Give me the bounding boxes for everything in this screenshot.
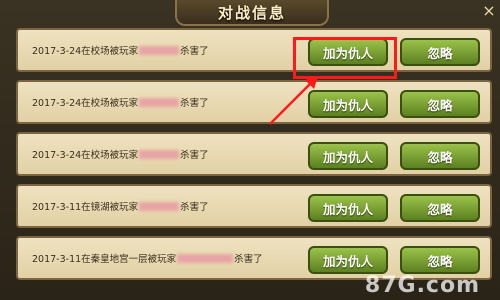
redacted-player-name: [139, 202, 180, 211]
battle-log-message: 2017-3-24在校场被玩家 杀害了: [32, 147, 209, 161]
ignore-button[interactable]: 忽略: [400, 246, 480, 274]
message-suffix: 杀害了: [180, 150, 209, 161]
window-title: 对战信息: [217, 3, 286, 22]
watermark: 87G.com: [364, 273, 480, 298]
redacted-player-name: [139, 46, 180, 55]
battle-log-message: 2017-3-24在校场被玩家 杀害了: [32, 95, 209, 109]
ignore-button[interactable]: 忽略: [400, 142, 480, 170]
message-text: 2017-3-24在校场被玩家: [32, 46, 139, 57]
battle-log-row: 2017-3-11在镜湖被玩家 杀害了 加为仇人 忽略: [16, 184, 492, 228]
message-suffix: 杀害了: [180, 46, 209, 57]
add-enemy-button[interactable]: 加为仇人: [308, 90, 388, 118]
add-enemy-button[interactable]: 加为仇人: [308, 246, 388, 274]
message-text: 2017-3-11在秦皇地宫一层被玩家: [32, 254, 177, 265]
battle-log-row: 2017-3-24在校场被玩家 杀害了 加为仇人 忽略: [16, 80, 492, 124]
ignore-button[interactable]: 忽略: [400, 90, 480, 118]
message-text: 2017-3-24在校场被玩家: [32, 98, 139, 109]
battle-info-window: 对战信息 × 2017-3-24在校场被玩家 杀害了 加为仇人 忽略 2017-3…: [0, 0, 500, 300]
redacted-player-name: [139, 150, 180, 159]
message-suffix: 杀害了: [234, 254, 263, 265]
battle-log-row: 2017-3-24在校场被玩家 杀害了 加为仇人 忽略: [16, 132, 492, 176]
message-suffix: 杀害了: [180, 202, 209, 213]
add-enemy-button[interactable]: 加为仇人: [308, 142, 388, 170]
title-bar: 对战信息: [175, 0, 329, 26]
add-enemy-button[interactable]: 加为仇人: [308, 194, 388, 222]
message-text: 2017-3-24在校场被玩家: [32, 150, 139, 161]
message-suffix: 杀害了: [180, 98, 209, 109]
highlight-box: [293, 37, 397, 79]
battle-log-message: 2017-3-24在校场被玩家 杀害了: [32, 43, 209, 57]
battle-log-message: 2017-3-11在镜湖被玩家 杀害了: [32, 199, 209, 213]
ignore-button[interactable]: 忽略: [400, 38, 480, 66]
redacted-player-name: [139, 98, 180, 107]
battle-log-list: 2017-3-24在校场被玩家 杀害了 加为仇人 忽略 2017-3-24在校场被…: [16, 28, 492, 300]
battle-log-row: 2017-3-24在校场被玩家 杀害了 加为仇人 忽略: [16, 28, 492, 72]
ignore-button[interactable]: 忽略: [400, 194, 480, 222]
redacted-player-name: [177, 254, 234, 263]
message-text: 2017-3-11在镜湖被玩家: [32, 202, 139, 213]
close-icon[interactable]: ×: [480, 2, 498, 20]
battle-log-message: 2017-3-11在秦皇地宫一层被玩家 杀害了: [32, 251, 263, 265]
